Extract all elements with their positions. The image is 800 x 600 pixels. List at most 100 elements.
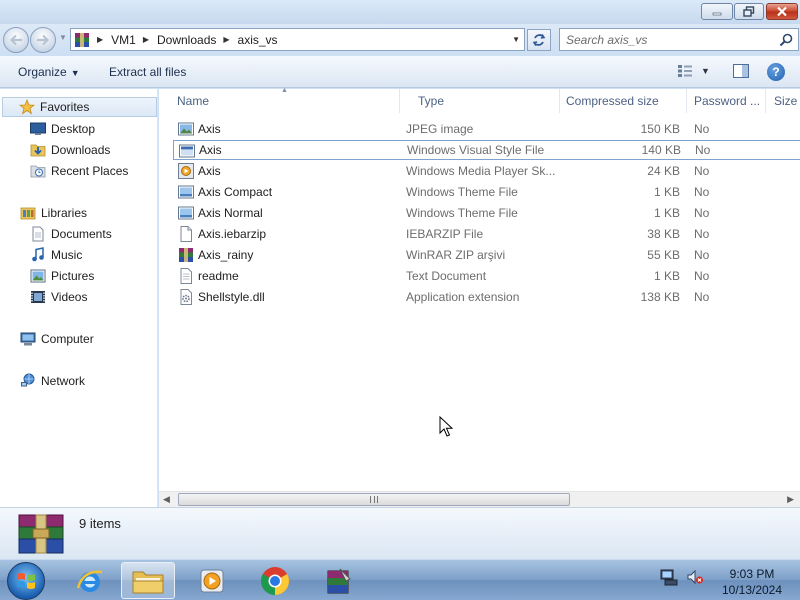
sidebar-item-videos[interactable]: Videos (30, 287, 87, 307)
breadcrumb-vm1[interactable]: VM1 (111, 33, 136, 47)
file-type: Application extension (406, 290, 520, 304)
file-password: No (694, 164, 710, 178)
file-password: No (694, 227, 710, 241)
computer-icon (20, 331, 36, 347)
preview-pane-button[interactable] (733, 64, 749, 81)
chevron-down-icon[interactable]: ▼ (701, 66, 710, 76)
recent-places-icon (30, 163, 46, 179)
table-row[interactable]: readme Text Document 1 KB No (173, 266, 800, 286)
music-icon (30, 247, 46, 263)
scrollbar-thumb[interactable] (178, 493, 570, 506)
sidebar-item-documents[interactable]: Documents (30, 224, 112, 244)
sidebar-item-recent-places[interactable]: Recent Places (30, 161, 128, 181)
taskbar-internet-explorer[interactable] (63, 562, 117, 599)
table-row[interactable]: Axis.iebarzip IEBARZIP File 38 KB No (173, 224, 800, 244)
table-row[interactable]: Axis_rainy WinRAR ZIP arşivi 55 KB No (173, 245, 800, 265)
sidebar-item-label: Documents (51, 227, 112, 241)
file-compressed-size: 1 KB (653, 269, 680, 283)
sidebar-item-music[interactable]: Music (30, 245, 82, 265)
taskbar-windows-media-player[interactable] (185, 562, 239, 599)
table-row[interactable]: Axis JPEG image 150 KB No (173, 119, 800, 139)
breadcrumb-separator[interactable]: ▶ (143, 35, 149, 44)
extract-label: Extract all files (109, 65, 187, 79)
column-header-compressed-size[interactable]: Compressed size (549, 89, 687, 113)
breadcrumb-separator[interactable]: ▶ (97, 35, 103, 44)
sidebar-item-libraries[interactable]: Libraries (20, 203, 87, 223)
taskbar-winrar[interactable] (311, 562, 365, 599)
file-type: Windows Visual Style File (407, 143, 545, 157)
recent-pages-dropdown[interactable]: ▼ (59, 33, 69, 47)
column-header-name[interactable]: ▲ Name (159, 87, 400, 113)
taskbar-clock[interactable]: 9:03 PM 10/13/2024 (712, 566, 792, 598)
sidebar-item-favorites[interactable]: Favorites (2, 97, 157, 117)
table-row[interactable]: Axis Windows Visual Style File 140 KB No (173, 140, 800, 160)
scroll-left-arrow-icon[interactable]: ◀ (163, 494, 170, 505)
network-status-icon[interactable] (660, 568, 678, 586)
desktop-icon (30, 121, 46, 137)
extract-all-files-button[interactable]: Extract all files (109, 65, 186, 79)
help-button[interactable]: ? (767, 63, 785, 81)
search-box[interactable] (559, 28, 799, 51)
clock-time: 9:03 PM (729, 567, 775, 581)
back-button[interactable] (3, 27, 29, 53)
details-pane: 9 items (0, 507, 800, 559)
mouse-cursor-icon (439, 416, 453, 437)
winrar-archive-icon (75, 32, 89, 47)
taskbar-windows-explorer[interactable] (121, 562, 175, 599)
clock-date: 10/13/2024 (721, 583, 783, 597)
address-dropdown-icon[interactable]: ▼ (512, 35, 520, 44)
scroll-right-arrow-icon[interactable]: ▶ (787, 494, 794, 505)
text-file-icon (180, 268, 192, 284)
network-icon (20, 373, 36, 389)
taskbar-chrome[interactable] (248, 562, 302, 599)
table-row[interactable]: Axis Compact Windows Theme File 1 KB No (173, 182, 800, 202)
sidebar-item-downloads[interactable]: Downloads (30, 140, 110, 160)
address-bar[interactable]: ▶ VM1 ▶ Downloads ▶ axis_vs ▼ (70, 28, 525, 51)
taskbar: 9:03 PM 10/13/2024 (0, 559, 800, 600)
file-password: No (694, 290, 710, 304)
maximize-button[interactable] (734, 3, 764, 20)
close-button[interactable] (766, 3, 798, 20)
table-row[interactable]: Axis Normal Windows Theme File 1 KB No (173, 203, 800, 223)
sidebar-item-desktop[interactable]: Desktop (30, 119, 95, 139)
refresh-button[interactable] (527, 29, 551, 51)
file-name: Axis Normal (198, 206, 263, 220)
navigation-pane: Favorites Desktop Downloads Recent Place… (0, 89, 158, 507)
table-row[interactable]: Axis Windows Media Player Sk... 24 KB No (173, 161, 800, 181)
sidebar-item-label: Music (51, 248, 83, 262)
file-name: Axis (198, 164, 221, 178)
column-header-size[interactable]: Size (766, 89, 800, 113)
search-icon[interactable] (779, 33, 793, 47)
volume-muted-icon[interactable] (686, 568, 704, 586)
column-header-password[interactable]: Password ... (687, 89, 766, 113)
pictures-icon (30, 268, 46, 284)
sidebar-item-label: Network (41, 374, 86, 388)
search-input[interactable] (566, 32, 771, 47)
sort-ascending-icon: ▲ (281, 87, 288, 94)
refresh-icon (532, 34, 546, 46)
view-options-icon (678, 65, 692, 77)
sidebar-item-pictures[interactable]: Pictures (30, 266, 94, 286)
item-count: 9 items (79, 516, 121, 531)
sidebar-item-label: Videos (51, 290, 88, 304)
winrar-archive-icon (18, 514, 64, 554)
organize-menu-button[interactable]: Organize ▼ (18, 65, 80, 79)
table-row[interactable]: Shellstyle.dll Application extension 138… (173, 287, 800, 307)
column-header-label: Size (774, 94, 798, 108)
breadcrumb-separator[interactable]: ▶ (223, 35, 229, 44)
sidebar-item-label: Desktop (51, 122, 96, 136)
column-header-type[interactable]: Type (400, 89, 560, 113)
forward-button[interactable] (30, 27, 56, 53)
horizontal-scrollbar[interactable]: ◀ ▶ (159, 491, 800, 507)
change-view-button[interactable]: ▼ (677, 64, 710, 78)
breadcrumb-axis-vs[interactable]: axis_vs (238, 33, 278, 47)
sidebar-item-label: Downloads (51, 143, 111, 157)
breadcrumb-downloads[interactable]: Downloads (157, 33, 216, 47)
sidebar-item-computer[interactable]: Computer (20, 329, 94, 349)
sidebar-item-network[interactable]: Network (20, 371, 85, 391)
minimize-button[interactable] (701, 3, 733, 20)
start-button[interactable] (7, 562, 45, 600)
file-password: No (694, 269, 710, 283)
system-tray (660, 568, 704, 586)
media-player-skin-icon (178, 163, 194, 179)
